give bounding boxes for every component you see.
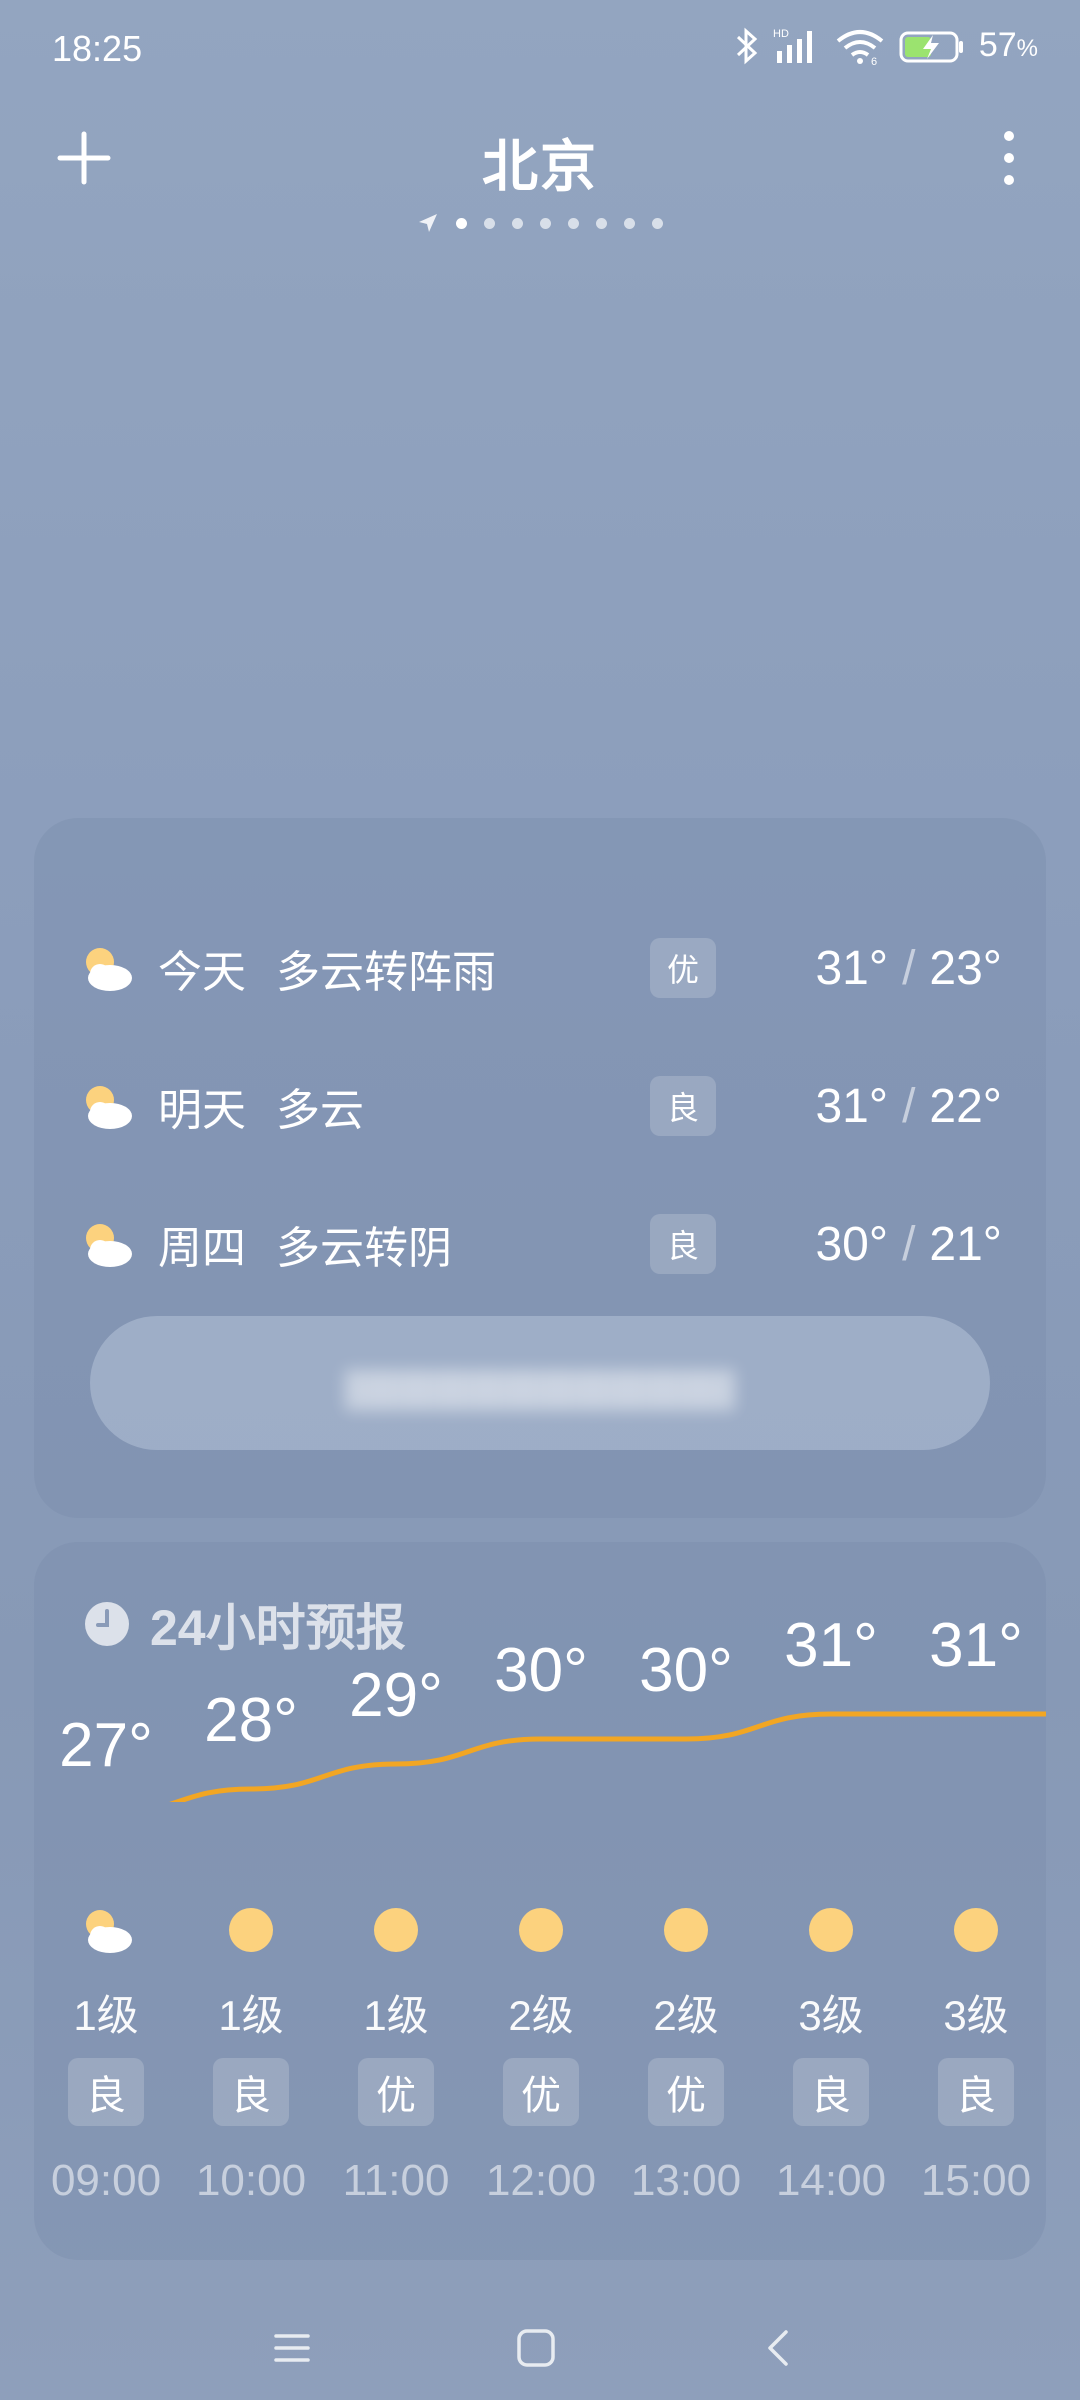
battery-percent: 57% [978,26,1038,64]
hour-aqi-badge: 良 [68,2058,144,2126]
sun-icon [809,1908,853,1952]
temp-separator: / [902,1079,916,1133]
low-temp: 21° [929,1217,1002,1271]
svg-text:6: 6 [871,56,877,65]
hour-temp: 31° [784,1611,878,1680]
hour-wind: 2级 [653,1992,719,2039]
hour-wind: 2级 [508,1992,574,2039]
hour-temp: 31° [929,1611,1023,1680]
signal-icon: HD [773,28,812,63]
sun-icon [519,1908,563,1952]
wifi-icon: 6 [836,29,884,65]
daily-row[interactable]: 明天 多云 良 31° / 22° [34,1066,1046,1146]
page-dot [484,217,495,229]
hour-time: 15:00 [920,2156,1032,2205]
day-name: 今天 [158,948,246,997]
sun-icon [954,1908,998,1952]
page-dot [624,217,635,229]
day-condition: 多云转阵雨 [276,948,496,997]
battery-icon [899,31,963,62]
more-days-button[interactable]: ▆▆▆▆▆▆▆▆▆▆▆ [90,1316,990,1450]
more-options-button[interactable] [994,128,1024,188]
partly-cloudy-icon [86,948,132,991]
location-arrow-icon [419,214,437,232]
hour-wind: 1级 [73,1992,139,2039]
hour-wind: 1级 [363,1992,429,2039]
daily-row[interactable]: 今天 多云转阵雨 优 31° / 23° [34,928,1046,1008]
day-condition: 多云 [276,1086,364,1135]
home-button[interactable] [506,2318,566,2378]
hour-time: 11:00 [342,2156,450,2205]
hour-time: 10:00 [195,2156,307,2205]
high-temp: 31° [815,941,889,995]
city-page-indicator[interactable] [0,212,1080,234]
high-temp: 31° [815,1079,889,1133]
day-condition: 多云转阴 [276,1224,452,1273]
hour-time: 12:00 [485,2156,597,2205]
hour-wind: 3级 [943,1992,1009,2039]
hour-time: 14:00 [775,2156,887,2205]
day-temps: 30° / 21° [815,1217,1002,1272]
page-dot [456,217,467,229]
temp-separator: / [902,1217,916,1271]
hour-aqi-badge: 优 [503,2058,579,2126]
hourly-forecast-card[interactable]: 24小时预报 27° 1级良 09:00 28° 1级良 10:00 29° 1级优 11:00… [34,1542,1046,2260]
aqi-badge: 良 [650,1076,716,1136]
hour-temp: 27° [59,1711,153,1780]
high-temp: 30° [815,1217,889,1271]
more-days-label-blurred: ▆▆▆▆▆▆▆▆▆▆▆ [345,1357,735,1409]
sun-icon [229,1908,273,1952]
partly-cloudy-icon [86,1224,132,1267]
hour-aqi-badge: 优 [358,2058,434,2126]
page-dot [596,217,607,229]
daily-row[interactable]: 周四 多云转阴 良 30° / 21° [34,1204,1046,1284]
page-dot [512,217,523,229]
hour-aqi-badge: 优 [648,2058,724,2126]
bluetooth-icon [736,27,758,64]
back-button[interactable] [750,2318,810,2378]
page-dot [652,217,663,229]
day-name: 周四 [158,1224,246,1273]
status-icons: HD 6 57% [735,26,1038,65]
status-bar: 18:25 HD 6 57% [0,0,1080,100]
partly-cloudy-icon [86,1086,132,1129]
temperature-curve-line [169,1711,1046,1802]
sun-icon [664,1908,708,1952]
day-temps: 31° / 23° [815,941,1002,996]
hour-aqi-badge: 良 [938,2058,1014,2126]
page-dot [568,217,579,229]
day-name: 明天 [158,1086,246,1135]
hour-time: 09:00 [50,2156,162,2205]
hour-wind: 3级 [798,1992,864,2039]
low-temp: 23° [929,941,1002,995]
hour-wind: 1级 [218,1992,284,2039]
menu-button[interactable] [262,2318,322,2378]
svg-text:HD: HD [773,28,789,40]
hour-temp: 29° [349,1661,443,1730]
hour-temp: 30° [494,1636,588,1705]
navigation-bar [0,2300,1080,2400]
partly-cloudy-icon [86,1910,132,1953]
sun-icon [374,1908,418,1952]
temp-separator: / [902,941,916,995]
hour-aqi-badge: 良 [793,2058,869,2126]
hour-temp: 30° [639,1636,733,1705]
page-dot [540,217,551,229]
hour-time: 13:00 [630,2156,742,2205]
hour-temp: 28° [204,1686,298,1755]
aqi-badge: 良 [650,1214,716,1274]
header: 北京 [0,110,1080,232]
day-temps: 31° / 22° [815,1079,1002,1134]
low-temp: 22° [929,1079,1002,1133]
hour-aqi-badge: 良 [213,2058,289,2126]
aqi-badge: 优 [650,938,716,998]
daily-forecast-card[interactable]: 今天 多云转阵雨 优 31° / 23° 明天 多云 良 31° / 22° 周… [34,818,1046,1518]
status-time: 18:25 [52,28,143,69]
city-title: 北京 [482,135,598,198]
